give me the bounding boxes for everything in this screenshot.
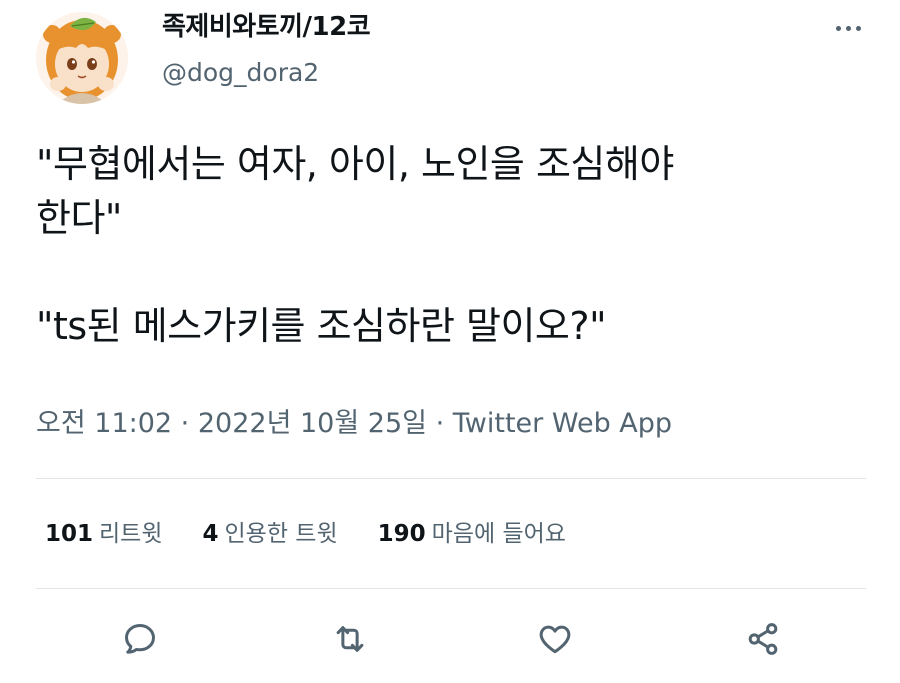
heart-icon: [539, 625, 571, 654]
tweet-stats: 101 리트윗 4 인용한 트윗 190 마음에 들어요: [45, 516, 566, 552]
retweet-button[interactable]: [326, 615, 374, 663]
more-options-button[interactable]: [828, 16, 868, 40]
quote-count-link[interactable]: 4 인용한 트윗: [203, 516, 338, 552]
tweet-line: 한다": [36, 196, 122, 240]
display-name[interactable]: 족제비와토끼/12코: [162, 10, 371, 44]
tweet-line: "무협에서는 여자, 아이, 노인을 조심해야: [36, 142, 674, 186]
reply-icon: [125, 624, 155, 654]
meta-separator: ·: [180, 408, 190, 439]
divider: [36, 588, 866, 589]
avatar-image: [36, 12, 128, 104]
like-button[interactable]: [531, 615, 579, 663]
like-label: 마음에 들어요: [431, 521, 566, 547]
tweet-text: "무협에서는 여자, 아이, 노인을 조심해야 한다" "ts된 메스가키를 조…: [36, 137, 856, 353]
user-handle[interactable]: @dog_dora2: [162, 57, 319, 89]
retweet-label: 리트윗: [99, 521, 163, 547]
retweet-count: 101: [45, 521, 94, 547]
meta-separator: ·: [435, 408, 445, 439]
tweet-time[interactable]: 오전 11:02: [36, 408, 172, 439]
reply-button[interactable]: [116, 615, 164, 663]
share-button[interactable]: [739, 615, 787, 663]
tweet-meta: 오전 11:02 · 2022년 10월 25일 · Twitter Web A…: [36, 404, 672, 444]
like-count: 190: [377, 521, 426, 547]
tweet-line: "ts된 메스가키를 조심하란 말이오?": [36, 304, 607, 348]
avatar[interactable]: [36, 12, 128, 104]
like-count-link[interactable]: 190 마음에 들어요: [378, 516, 566, 552]
share-icon: [748, 623, 778, 655]
retweet-count-link[interactable]: 101 리트윗: [45, 516, 163, 552]
tweet-source[interactable]: Twitter Web App: [453, 408, 672, 439]
retweet-icon: [336, 626, 364, 652]
more-dot: [835, 25, 841, 31]
quote-label: 인용한 트윗: [224, 521, 338, 547]
more-dot: [845, 25, 851, 31]
tweet-paragraph-gap: [36, 245, 856, 299]
more-dot: [855, 25, 861, 31]
divider: [36, 478, 866, 479]
tweet-date[interactable]: 2022년 10월 25일: [198, 408, 427, 439]
quote-count: 4: [202, 521, 219, 547]
